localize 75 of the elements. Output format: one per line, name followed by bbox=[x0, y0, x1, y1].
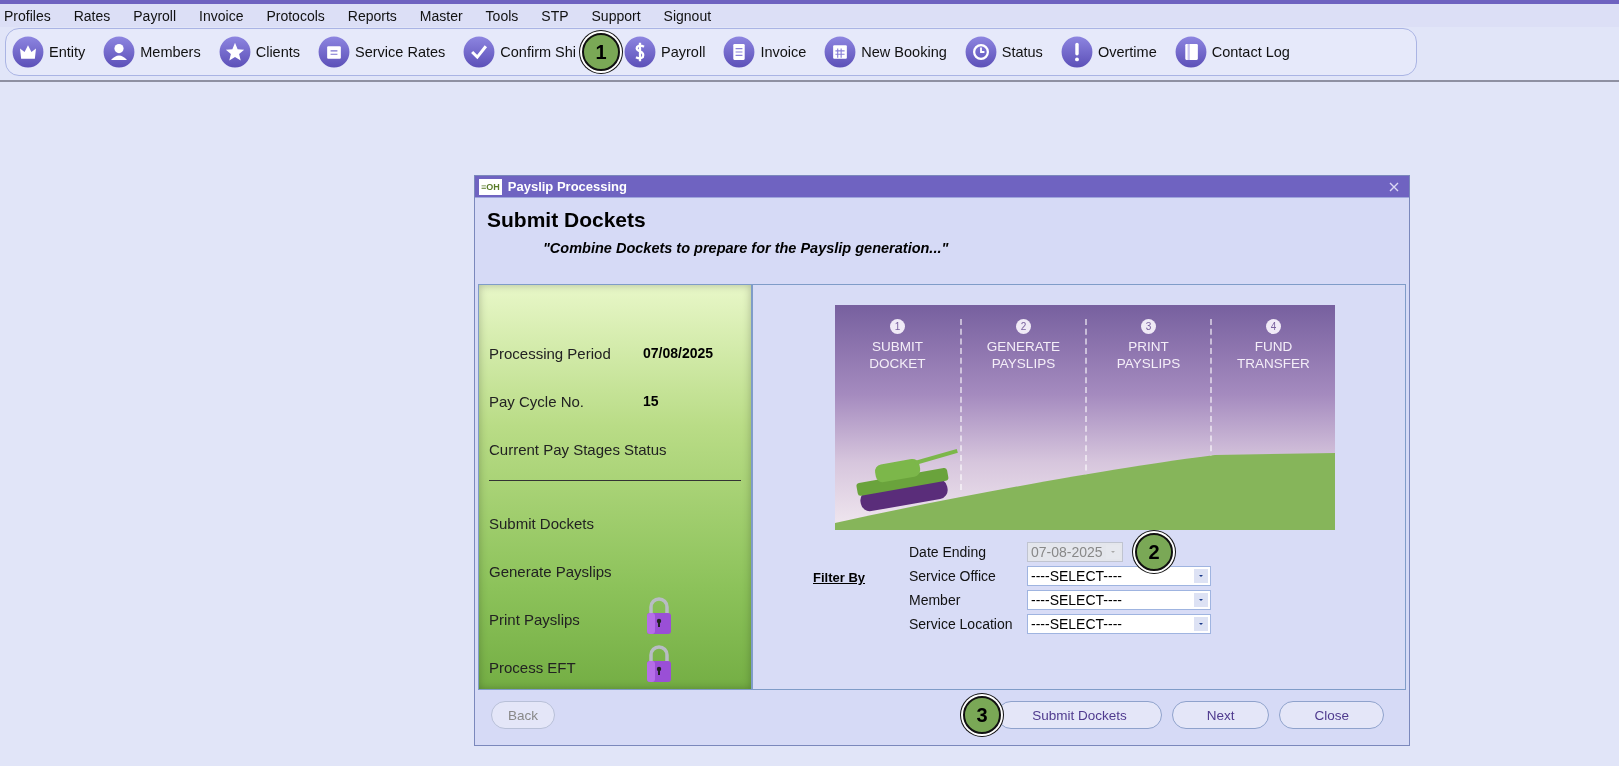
callout-badge: 3 bbox=[963, 696, 1002, 734]
step-number: 2 bbox=[1016, 319, 1031, 334]
toolbar-icon[interactable] bbox=[12, 36, 44, 68]
toolbar-icon[interactable] bbox=[218, 36, 251, 68]
caret-icon bbox=[1194, 569, 1208, 583]
step-label: PRINT bbox=[1128, 338, 1169, 355]
step-label: PAYSLIPS bbox=[991, 355, 1056, 372]
filter-label: Filter By bbox=[813, 570, 866, 587]
step-label: FUND bbox=[1254, 338, 1293, 355]
toolbar-label[interactable]: Contact Log bbox=[1211, 44, 1290, 60]
app-logo: ≡OH bbox=[479, 178, 502, 195]
step-number: 4 bbox=[1266, 319, 1281, 334]
summary-label: Pay Cycle No. bbox=[489, 393, 586, 410]
window-title: Payslip Processing bbox=[507, 179, 628, 194]
toolbar-label[interactable]: Service Rates bbox=[355, 44, 446, 60]
dropdown-field[interactable]: ----SELECT---- bbox=[1027, 614, 1211, 634]
menu-item[interactable]: Master bbox=[419, 7, 463, 24]
stage-label: Print Payslips bbox=[489, 610, 581, 628]
stage-label: Submit Dockets bbox=[489, 514, 596, 532]
menu-item[interactable]: Profiles bbox=[4, 7, 51, 24]
field-label: Service Location bbox=[909, 616, 1014, 632]
toolbar-icon[interactable] bbox=[1060, 36, 1093, 68]
toolbar-label[interactable]: Payroll bbox=[661, 44, 706, 60]
stages-heading: Current Pay Stages Status bbox=[489, 441, 668, 458]
callout-badge: 1 bbox=[582, 33, 621, 71]
toolbar-icon[interactable] bbox=[1174, 36, 1207, 68]
stage-label: Process EFT bbox=[489, 658, 577, 676]
caret-icon bbox=[1194, 593, 1208, 607]
summary-label: Processing Period bbox=[489, 345, 612, 362]
dropdown-field[interactable]: ----SELECT---- bbox=[1027, 590, 1211, 610]
page-heading: Submit Dockets bbox=[487, 208, 647, 232]
toolbar-icon[interactable] bbox=[103, 36, 136, 68]
toolbar-label[interactable]: Status bbox=[1001, 44, 1043, 60]
toolbar-icon[interactable] bbox=[824, 36, 857, 68]
dialog-button[interactable]: Close bbox=[1279, 701, 1384, 729]
menu-item[interactable]: Reports bbox=[347, 7, 397, 24]
step-label: TRANSFER bbox=[1237, 355, 1310, 372]
toolbar-icon[interactable] bbox=[624, 36, 657, 68]
menu-item[interactable]: Support bbox=[591, 7, 641, 24]
subtitle: "Combine Dockets to prepare for the Payslip generation..." bbox=[543, 240, 950, 256]
field-label: Member bbox=[909, 592, 962, 608]
summary-value: 15 bbox=[643, 393, 659, 409]
menu-item[interactable]: STP bbox=[541, 7, 569, 24]
menu-item[interactable]: Protocols bbox=[266, 7, 325, 24]
menu-item[interactable]: Rates bbox=[73, 7, 111, 24]
step-number: 1 bbox=[890, 319, 905, 334]
callout-badge: 2 bbox=[1135, 533, 1173, 571]
step-number: 3 bbox=[1141, 319, 1156, 334]
toolbar-icon[interactable] bbox=[463, 36, 496, 68]
field-label: Service Office bbox=[909, 568, 997, 584]
step-label: SUBMIT bbox=[872, 338, 923, 355]
step-label: DOCKET bbox=[869, 355, 926, 372]
toolbar-label[interactable]: Confirm Shi bbox=[500, 44, 577, 60]
toolbar-label[interactable]: Members bbox=[140, 44, 201, 60]
dialog-button[interactable]: Next bbox=[1171, 701, 1270, 729]
toolbar-label[interactable]: Invoice bbox=[760, 44, 807, 60]
menu-item[interactable]: Tools bbox=[485, 7, 519, 24]
toolbar-label[interactable]: Clients bbox=[255, 44, 301, 60]
toolbar-label[interactable]: Entity bbox=[49, 44, 86, 60]
menu-item[interactable]: Payroll bbox=[133, 7, 177, 24]
menu-item[interactable]: Signout bbox=[663, 7, 712, 24]
close-icon[interactable] bbox=[1389, 181, 1399, 192]
toolbar-icon[interactable] bbox=[318, 36, 351, 68]
dropdown-field[interactable]: ----SELECT---- bbox=[1027, 566, 1211, 586]
caret-icon bbox=[1194, 617, 1208, 631]
toolbar-icon[interactable] bbox=[723, 36, 756, 68]
step-label: GENERATE bbox=[986, 338, 1061, 355]
toolbar-label[interactable]: Overtime bbox=[1097, 44, 1157, 60]
toolbar-label[interactable]: New Booking bbox=[861, 44, 947, 60]
toolbar-icon[interactable] bbox=[964, 36, 997, 68]
menu-item[interactable]: Invoice bbox=[199, 7, 244, 24]
field-label: Date Ending bbox=[909, 544, 988, 560]
stage-label: Generate Payslips bbox=[489, 562, 613, 580]
summary-value: 07/08/2025 bbox=[643, 345, 714, 361]
step-label: PAYSLIPS bbox=[1116, 355, 1181, 372]
